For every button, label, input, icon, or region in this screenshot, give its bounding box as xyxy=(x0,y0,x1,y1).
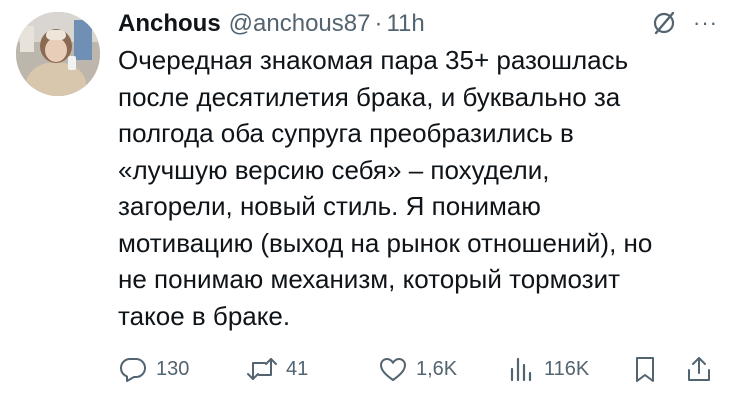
tweet-text: Очередная знакомая пара 35+ разошлась по… xyxy=(118,42,718,334)
header-separator: · xyxy=(374,10,383,37)
tweet[interactable]: Anchous @anchous87 · 11h ··· Очередная з… xyxy=(0,0,740,400)
views-button[interactable]: 116K xyxy=(506,354,589,384)
like-button[interactable]: 1,6K xyxy=(378,354,457,384)
reply-count: 130 xyxy=(156,357,190,380)
more-icon[interactable]: ··· xyxy=(693,12,718,34)
reply-button[interactable]: 130 xyxy=(118,354,189,384)
avatar-photo xyxy=(16,12,100,96)
author-handle[interactable]: @anchous87 xyxy=(229,10,371,38)
heart-icon xyxy=(380,358,406,381)
retweet-icon xyxy=(247,358,277,380)
grok-icon[interactable] xyxy=(651,10,677,36)
tweet-text-line: загорели, новый стиль. Я понимаю xyxy=(118,191,541,221)
bar-chart-icon xyxy=(510,357,532,382)
tweet-text-line: «лучшую версию себя» – похудели, xyxy=(118,154,550,185)
tweet-header: Anchous @anchous87 · 11h xyxy=(118,8,425,40)
share-icon xyxy=(688,357,710,381)
tweet-text-line: не понимаю механизм, который тормозит xyxy=(118,264,621,294)
retweet-count: 41 xyxy=(286,357,309,380)
bookmark-icon xyxy=(636,357,654,382)
tweet-timestamp[interactable]: 11h xyxy=(386,10,424,38)
tweet-text-line: после десятилетия брака, и буквально за xyxy=(118,81,621,112)
author-name[interactable]: Anchous xyxy=(118,10,221,38)
header-actions: ··· xyxy=(651,10,718,36)
share-button[interactable] xyxy=(684,354,714,384)
tweet-text-line: Очередная знакомая пара 35+ разошлась xyxy=(118,45,629,75)
view-count: 116K xyxy=(544,357,590,380)
retweet-button[interactable]: 41 xyxy=(246,354,308,384)
avatar[interactable] xyxy=(16,12,100,96)
tweet-text-line: мотивацию (выход на рынок отношений), но xyxy=(118,227,653,258)
like-count: 1,6K xyxy=(416,357,458,380)
tweet-actions: 130 41 1,6K 116K xyxy=(118,352,722,386)
tweet-text-line: полгода оба супруга преобразились в xyxy=(118,118,574,148)
tweet-text-line: такое в браке. xyxy=(118,300,291,331)
bookmark-button[interactable] xyxy=(630,354,660,384)
reply-icon xyxy=(120,358,146,382)
